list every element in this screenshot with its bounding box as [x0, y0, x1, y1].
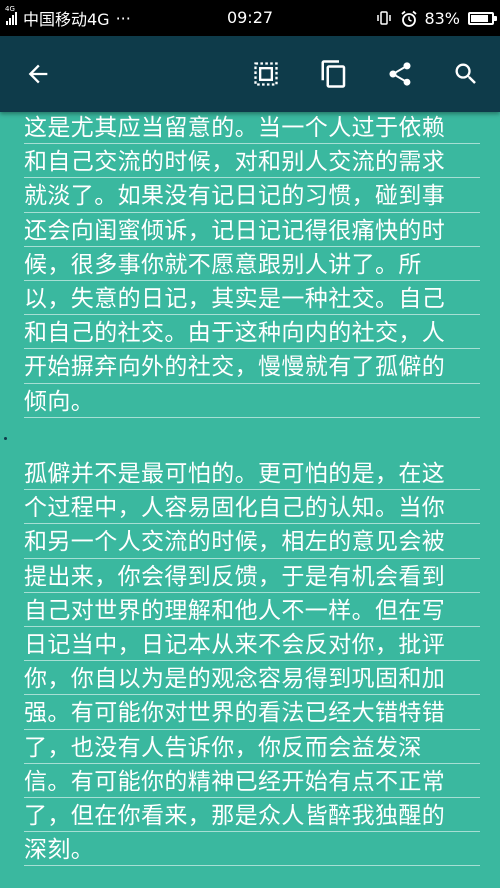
paragraph: 孤僻并不是最可怕的。更可怕的是，在这 个过程中，人容易固化自己的认知。当你 和另一个…: [24, 457, 480, 867]
share-icon: [389, 62, 411, 86]
vibrate-icon: [376, 10, 392, 26]
reader-content[interactable]: 这是尤其应当留意的。当一个人过于依赖 和自己交流的时候，对和别人交流的需求 就淡了。…: [0, 112, 500, 888]
text-line: 了，但在你看来，那是众人皆醉我独醒的: [24, 803, 446, 830]
more-indicator: ···: [115, 8, 131, 28]
text-line: 这是尤其应当留意的。当一个人过于依赖: [24, 115, 446, 141]
carrier-name: 中国移动4G: [23, 10, 110, 29]
text-line: 开始摒弃向外的社交，慢慢就有了孤僻的: [24, 354, 446, 381]
text-line: 强。有可能你对世界的看法已经大错特错: [24, 700, 446, 727]
status-bar-left: 4G 中国移动4G ···: [5, 0, 131, 36]
copy-icon: [321, 60, 346, 88]
text-line: 日记当中，日记本从来不会反对你，批评: [24, 632, 446, 659]
battery-icon: [468, 11, 497, 25]
copy-button[interactable]: [312, 52, 356, 96]
share-button[interactable]: [378, 52, 422, 96]
network-badge: 4G: [5, 5, 15, 13]
text-line: 和自己的社交。由于这种向内的社交，人: [24, 320, 446, 347]
text-line: 信。有可能你的精神已经开始有点不正常: [24, 768, 446, 795]
text-line: 提出来，你会得到反馈，于是有机会看到: [24, 563, 446, 590]
text-line: 还会向闺蜜倾诉，记日记记得很痛快的时: [24, 217, 446, 244]
text-line: 倾向。: [24, 388, 95, 415]
status-bar-right: 83%: [376, 0, 497, 36]
text-line: 孤僻并不是最可怕的。更可怕的是，在这: [24, 461, 446, 487]
select-all-icon: [254, 62, 278, 86]
back-button[interactable]: [16, 52, 60, 96]
search-button[interactable]: [444, 52, 488, 96]
app-toolbar: [0, 36, 500, 112]
select-all-button[interactable]: [244, 52, 288, 96]
search-icon: [455, 63, 476, 84]
text-line: 就淡了。如果没有记日记的习惯，碰到事: [24, 183, 446, 210]
margin-dot: [4, 437, 7, 440]
battery-percent: 83%: [424, 8, 460, 28]
signal-icon: 4G: [5, 6, 17, 25]
text-line: 你，你自以为是的观念容易得到巩固和加: [24, 666, 446, 693]
paragraph: 这是尤其应当留意的。当一个人过于依赖 和自己交流的时候，对和别人交流的需求 就淡了。…: [24, 112, 480, 419]
text-line: 以，失意的日记，其实是一种社交。自己: [24, 286, 446, 313]
text-line: 个过程中，人容易固化自己的认知。当你: [24, 495, 446, 522]
text-line: 了，也没有人告诉你，你反而会益发深: [24, 734, 422, 761]
text-line: 候，很多事你就不愿意跟别人讲了。所: [24, 251, 422, 278]
text-line: 深刻。: [24, 837, 95, 864]
text-line: 自己对世界的理解和他人不一样。但在写: [24, 597, 446, 624]
status-bar: 4G 中国移动4G ··· 09:27 83%: [0, 0, 500, 36]
text-line: 和另一个人交流的时候，相左的意见会被: [24, 529, 446, 556]
alarm-icon: [400, 10, 418, 27]
text-line: 和自己交流的时候，对和别人交流的需求: [24, 149, 446, 176]
arrow-left-icon: [28, 64, 48, 84]
